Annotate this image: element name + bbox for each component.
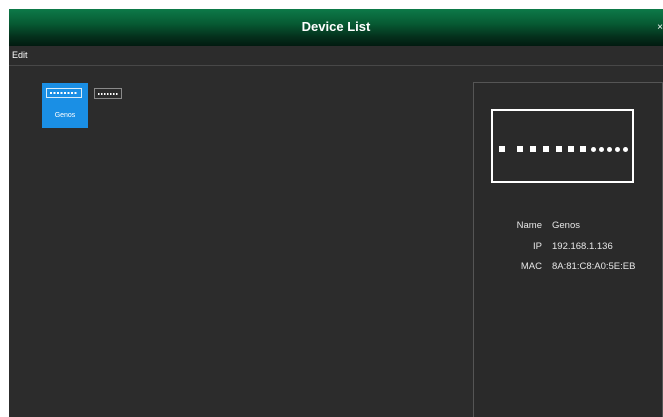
mac-label: MAC xyxy=(520,261,542,272)
device-preview-icon xyxy=(491,109,634,183)
led-dot-icon xyxy=(591,146,596,152)
led-dots-icon xyxy=(50,92,78,94)
menu-edit[interactable]: Edit xyxy=(12,50,28,60)
led-dots-icon xyxy=(98,93,118,95)
led-dot-icon xyxy=(599,146,604,152)
device-tile-genos[interactable]: Genos xyxy=(42,83,88,128)
device-thumbnail-icon xyxy=(46,88,82,98)
led-square-icon xyxy=(517,146,523,152)
led-dot-icon xyxy=(615,146,620,152)
device-list-window: Device List × Edit Genos Name Genos IP 1… xyxy=(9,9,663,417)
device-tile-label: Genos xyxy=(54,112,76,119)
led-square-icon xyxy=(556,146,562,152)
ip-label: IP xyxy=(533,241,542,252)
led-square-icon xyxy=(499,146,505,152)
name-label: Name xyxy=(516,220,542,231)
led-square-icon xyxy=(580,146,586,152)
mac-value: 8A:81:C8:A0:5E:EB xyxy=(552,261,636,272)
ip-value: 192.168.1.136 xyxy=(552,241,613,252)
led-square-icon xyxy=(543,146,549,152)
name-value: Genos xyxy=(552,220,580,231)
close-icon[interactable]: × xyxy=(657,23,663,33)
device-details-panel: Name Genos IP 192.168.1.136 MAC 8A:81:C8… xyxy=(473,82,663,417)
led-dot-icon xyxy=(623,146,628,152)
led-dot-icon xyxy=(607,146,612,152)
window-title: Device List xyxy=(301,19,371,34)
led-square-icon xyxy=(568,146,574,152)
menu-bar: Edit xyxy=(9,46,663,66)
device-tile-unnamed[interactable] xyxy=(94,88,122,99)
title-bar[interactable]: Device List × xyxy=(9,9,663,46)
led-square-icon xyxy=(530,146,536,152)
